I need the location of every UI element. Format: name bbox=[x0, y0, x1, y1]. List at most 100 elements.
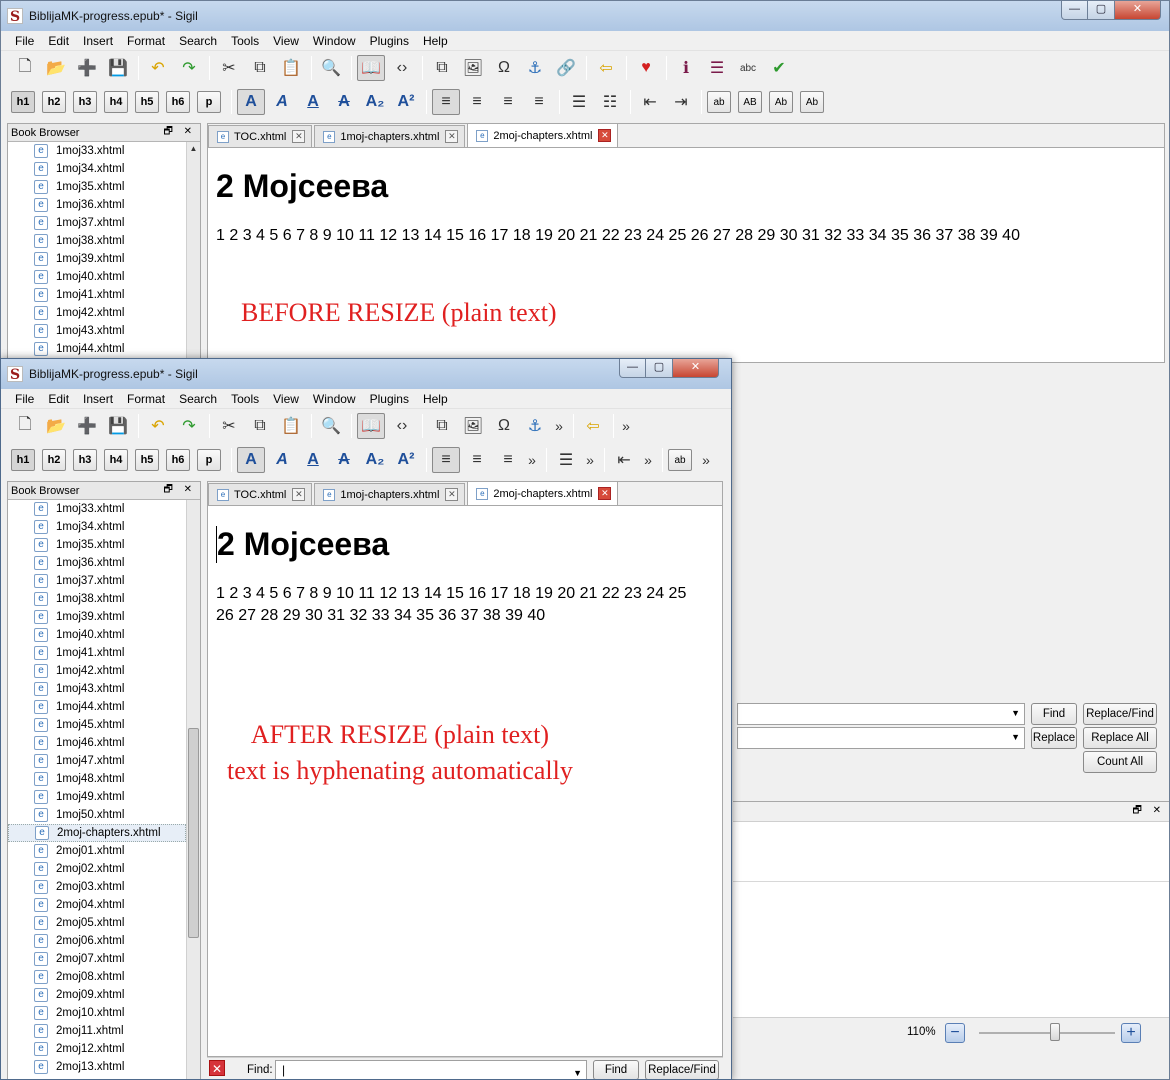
special-char-icon[interactable]: Ω bbox=[490, 55, 518, 81]
heading-h4-button[interactable]: h4 bbox=[104, 91, 128, 113]
print-preview-icon[interactable]: 🔍 bbox=[317, 55, 345, 81]
file-list-item[interactable]: e 2moj10.xhtml bbox=[8, 1004, 186, 1022]
tab-close-icon[interactable]: ✕ bbox=[598, 487, 612, 500]
file-list-item[interactable]: e 1moj48.xhtml bbox=[8, 770, 186, 788]
heading-p-button[interactable]: p bbox=[197, 449, 221, 471]
file-list-item[interactable]: e 1moj45.xhtml bbox=[8, 716, 186, 734]
heading-h6-button[interactable]: h6 bbox=[166, 449, 190, 471]
file-list-item[interactable]: e 1moj36.xhtml bbox=[8, 196, 186, 214]
menu-format[interactable]: Format bbox=[120, 34, 172, 48]
file-list-item[interactable]: e 1moj38.xhtml bbox=[8, 232, 186, 250]
cut-icon[interactable]: ✂ bbox=[215, 413, 243, 439]
align-center-icon[interactable]: ≡ bbox=[463, 89, 491, 115]
copy-icon[interactable]: ⧉ bbox=[246, 55, 274, 81]
outdent-icon[interactable]: ⇤ bbox=[636, 89, 664, 115]
split-icon[interactable]: ⧉ bbox=[428, 55, 456, 81]
open-folder-icon[interactable]: 📂 bbox=[42, 55, 70, 81]
find-button[interactable]: Find bbox=[1031, 703, 1077, 725]
tab-toc-xhtml[interactable]: e TOC.xhtml ✕ bbox=[208, 125, 313, 147]
menu-insert[interactable]: Insert bbox=[76, 392, 120, 406]
file-list-item[interactable]: e 1moj38.xhtml bbox=[8, 590, 186, 608]
maximize-button[interactable]: ▢ bbox=[1088, 1, 1115, 20]
file-list-scrollbar[interactable] bbox=[186, 500, 200, 1079]
paste-icon[interactable]: 📋 bbox=[277, 55, 305, 81]
panel-controls[interactable]: 🗗 ✕ bbox=[163, 124, 196, 141]
outdent-icon[interactable]: ⇤ bbox=[610, 447, 638, 473]
insert-image-icon[interactable]: 🖼 bbox=[459, 413, 487, 439]
align-right-icon[interactable]: ≡ bbox=[494, 447, 522, 473]
menu-view[interactable]: View bbox=[266, 392, 306, 406]
menu-file[interactable]: File bbox=[8, 34, 41, 48]
file-list-item[interactable]: e 1moj44.xhtml bbox=[8, 698, 186, 716]
zoom-in-button[interactable]: + bbox=[1121, 1023, 1141, 1043]
titlecase-button[interactable]: Ab bbox=[769, 91, 793, 113]
metadata-icon[interactable]: ℹ bbox=[672, 55, 700, 81]
print-preview-icon[interactable]: 🔍 bbox=[317, 413, 345, 439]
file-list-item[interactable]: e 1moj49.xhtml bbox=[8, 788, 186, 806]
file-list-item[interactable]: e 1moj33.xhtml bbox=[8, 142, 186, 160]
numbered-list-icon[interactable]: ☷ bbox=[596, 89, 624, 115]
minimize-button[interactable]: — bbox=[619, 359, 646, 378]
heading-h1-button[interactable]: h1 bbox=[11, 449, 35, 471]
file-list-item[interactable]: e 2moj-chapters.xhtml bbox=[8, 824, 186, 842]
menu-window[interactable]: Window bbox=[306, 34, 363, 48]
file-list-item[interactable]: e 1moj40.xhtml bbox=[8, 268, 186, 286]
subscript-icon[interactable]: A₂ bbox=[361, 447, 389, 473]
superscript-icon[interactable]: A² bbox=[392, 447, 420, 473]
menu-format[interactable]: Format bbox=[120, 392, 172, 406]
menu-plugins[interactable]: Plugins bbox=[363, 34, 416, 48]
lowercase-button[interactable]: ab bbox=[707, 91, 731, 113]
file-list-item[interactable]: e 1moj35.xhtml bbox=[8, 178, 186, 196]
file-list-item[interactable]: e 2moj09.xhtml bbox=[8, 986, 186, 1004]
menu-insert[interactable]: Insert bbox=[76, 34, 120, 48]
heading-h2-button[interactable]: h2 bbox=[42, 449, 66, 471]
file-list-item[interactable]: e 2moj03.xhtml bbox=[8, 878, 186, 896]
tab-1moj-chapters-xhtml[interactable]: e 1moj-chapters.xhtml ✕ bbox=[314, 483, 466, 505]
superscript-icon[interactable]: A² bbox=[392, 89, 420, 115]
tab-close-icon[interactable]: ✕ bbox=[292, 130, 306, 143]
file-list-item[interactable]: e 1moj33.xhtml bbox=[8, 500, 186, 518]
more-tools-chevron-icon[interactable]: » bbox=[641, 452, 655, 468]
menu-tools[interactable]: Tools bbox=[224, 392, 266, 406]
bullet-list-icon[interactable]: ☰ bbox=[552, 447, 580, 473]
file-list-item[interactable]: e 1moj43.xhtml bbox=[8, 322, 186, 340]
scrollbar-thumb[interactable] bbox=[188, 728, 199, 938]
menu-window[interactable]: Window bbox=[306, 392, 363, 406]
underline-icon[interactable]: A bbox=[299, 447, 327, 473]
more-tools-chevron-icon[interactable]: » bbox=[619, 418, 633, 434]
subscript-icon[interactable]: A₂ bbox=[361, 89, 389, 115]
heading-h5-button[interactable]: h5 bbox=[135, 91, 159, 113]
file-list-item[interactable]: e 1moj44.xhtml bbox=[8, 340, 186, 358]
chapter-links[interactable]: 1 2 3 4 5 6 7 8 9 10 11 12 13 14 15 16 1… bbox=[216, 583, 706, 627]
special-char-icon[interactable]: Ω bbox=[490, 413, 518, 439]
undo-icon[interactable]: ↶ bbox=[144, 55, 172, 81]
heading-p-button[interactable]: p bbox=[197, 91, 221, 113]
add-file-icon[interactable]: ➕ bbox=[73, 413, 101, 439]
file-list-item[interactable]: e 2moj04.xhtml bbox=[8, 896, 186, 914]
cut-icon[interactable]: ✂ bbox=[215, 55, 243, 81]
file-list-item[interactable]: e 1moj37.xhtml bbox=[8, 214, 186, 232]
tab-2moj-chapters-xhtml[interactable]: e 2moj-chapters.xhtml ✕ bbox=[467, 124, 619, 147]
file-list-item[interactable]: e 2moj12.xhtml bbox=[8, 1040, 186, 1058]
validate-check-icon[interactable]: ✔ bbox=[765, 55, 793, 81]
split-icon[interactable]: ⧉ bbox=[428, 413, 456, 439]
more-tools-chevron-icon[interactable]: » bbox=[583, 452, 597, 468]
align-justify-icon[interactable]: ≡ bbox=[525, 89, 553, 115]
book-view[interactable]: 2 Мојсеева 1 2 3 4 5 6 7 8 9 10 11 12 13… bbox=[208, 168, 1164, 247]
file-list-item[interactable]: e 2moj11.xhtml bbox=[8, 1022, 186, 1040]
heading-h4-button[interactable]: h4 bbox=[104, 449, 128, 471]
file-list-item[interactable]: e 1moj39.xhtml bbox=[8, 250, 186, 268]
file-list-item[interactable]: e 1moj34.xhtml bbox=[8, 518, 186, 536]
close-button[interactable]: ✕ bbox=[673, 359, 719, 378]
file-list-item[interactable]: e 2moj13.xhtml bbox=[8, 1058, 186, 1076]
open-folder-icon[interactable]: 📂 bbox=[42, 413, 70, 439]
heading-h3-button[interactable]: h3 bbox=[73, 449, 97, 471]
file-list-item[interactable]: e 1moj47.xhtml bbox=[8, 752, 186, 770]
back-arrow-icon[interactable]: ⇦ bbox=[579, 413, 607, 439]
anchor-icon[interactable]: ⚓ bbox=[521, 55, 549, 81]
file-list-item[interactable]: e 1moj43.xhtml bbox=[8, 680, 186, 698]
maximize-button[interactable]: ▢ bbox=[646, 359, 673, 378]
dropdown-arrow-icon[interactable]: ▼ bbox=[573, 1064, 582, 1079]
heading-h1-button[interactable]: h1 bbox=[11, 91, 35, 113]
minimize-button[interactable]: — bbox=[1061, 1, 1088, 20]
